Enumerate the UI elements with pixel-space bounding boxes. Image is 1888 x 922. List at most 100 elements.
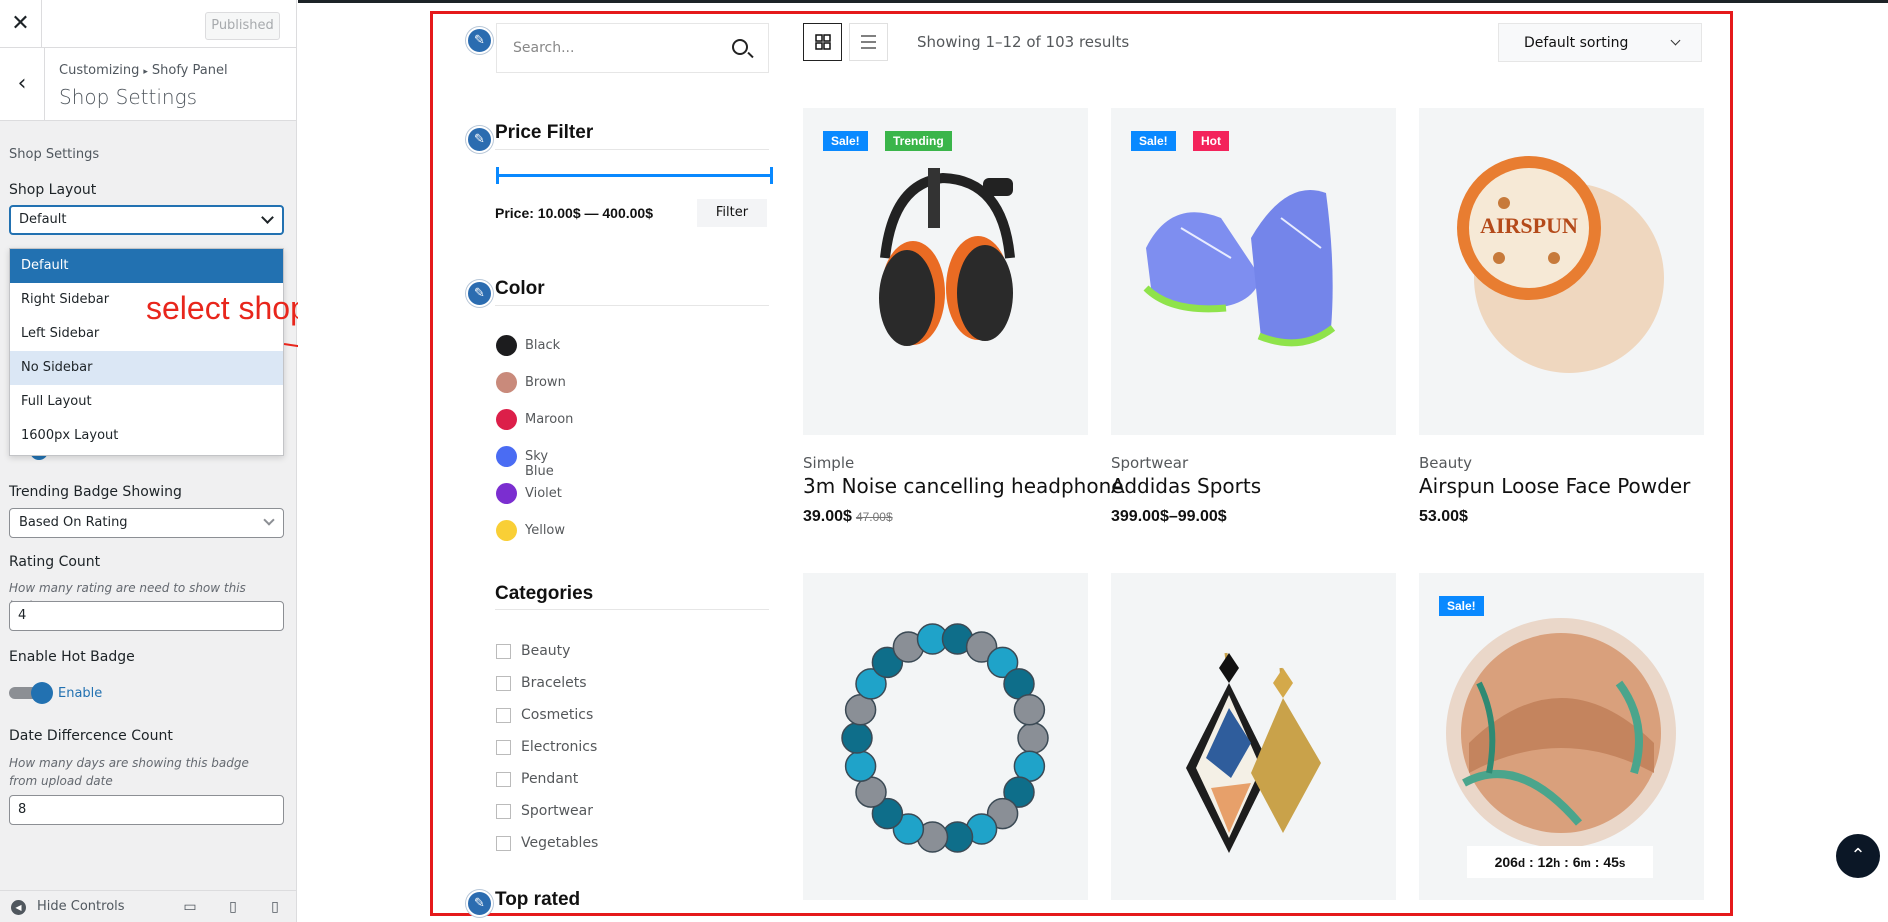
grid-icon bbox=[815, 34, 831, 50]
breadcrumb: Customizing ▸ Shofy Panel bbox=[59, 63, 228, 78]
color-swatch bbox=[496, 483, 517, 504]
countdown-timer: 206d : 12h : 6m : 45s bbox=[1467, 846, 1653, 878]
shop-layout-dropdown: Default Right Sidebar Left Sidebar No Si… bbox=[9, 248, 284, 456]
chevron-down-icon bbox=[1670, 35, 1681, 46]
color-name: Sky Blue bbox=[525, 449, 554, 479]
rating-count-input[interactable]: 4 bbox=[9, 601, 284, 631]
sorting-select[interactable]: Default sorting bbox=[1498, 23, 1702, 62]
checkbox[interactable] bbox=[496, 772, 511, 787]
top-rated-title: Top rated bbox=[495, 889, 581, 910]
product-category[interactable]: Simple bbox=[803, 454, 854, 472]
hot-badge-toggle-label: Enable bbox=[58, 686, 103, 701]
checkbox[interactable] bbox=[496, 676, 511, 691]
date-difference-input[interactable]: 8 bbox=[9, 795, 284, 825]
edit-pencil-icon[interactable]: ✎ bbox=[466, 280, 493, 307]
product-image[interactable] bbox=[803, 573, 1088, 900]
hot-badge-label: Enable Hot Badge bbox=[9, 649, 135, 665]
layout-option-default[interactable]: Default bbox=[10, 249, 283, 283]
back-button[interactable]: ‹ bbox=[0, 48, 45, 121]
trending-badge-label: Trending Badge Showing bbox=[9, 484, 182, 500]
category-name: Electronics bbox=[521, 739, 598, 755]
trending-badge-value: Based On Rating bbox=[19, 515, 128, 530]
checkbox[interactable] bbox=[496, 740, 511, 755]
sorting-value: Default sorting bbox=[1524, 35, 1629, 51]
product-badge: Sale! bbox=[1131, 131, 1176, 151]
product-badge: Sale! bbox=[1439, 596, 1484, 616]
chevron-down-icon bbox=[261, 211, 274, 224]
range-handle-min[interactable] bbox=[496, 167, 499, 184]
customizer-footer: ◀ Hide Controls ▭ ▯ ▯ bbox=[0, 890, 296, 922]
checkbox[interactable] bbox=[496, 836, 511, 851]
color-name: Black bbox=[525, 338, 561, 353]
color-swatch bbox=[496, 446, 517, 467]
countdown-hours: 12 bbox=[1537, 854, 1554, 870]
category-name: Cosmetics bbox=[521, 707, 594, 723]
product-image[interactable] bbox=[1111, 573, 1396, 900]
checkbox[interactable] bbox=[496, 708, 511, 723]
rating-count-label: Rating Count bbox=[9, 554, 101, 570]
edit-pencil-icon[interactable]: ✎ bbox=[466, 126, 493, 153]
shop-layout-select[interactable]: Default bbox=[9, 205, 284, 235]
mobile-preview-icon[interactable]: ▯ bbox=[266, 899, 284, 915]
current-price: 53.00$ bbox=[1419, 508, 1468, 525]
product-badge: Sale! bbox=[823, 131, 868, 151]
filter-button[interactable]: Filter bbox=[697, 199, 767, 227]
edit-pencil-icon[interactable]: ✎ bbox=[466, 27, 493, 54]
product-badge: Hot bbox=[1193, 131, 1229, 151]
arrow-up-icon: ⌃ bbox=[1850, 845, 1866, 866]
trending-badge-select[interactable]: Based On Rating bbox=[9, 508, 284, 538]
layout-option-full-layout[interactable]: Full Layout bbox=[10, 385, 283, 419]
section-title: Shop Settings bbox=[59, 85, 197, 109]
product-image[interactable]: AIRSPUN bbox=[1419, 108, 1704, 435]
hot-badge-toggle[interactable] bbox=[9, 682, 53, 704]
color-name: Brown bbox=[525, 375, 566, 390]
breadcrumb-separator-icon: ▸ bbox=[143, 67, 148, 77]
section-header: ‹ Customizing ▸ Shofy Panel Shop Settings bbox=[0, 48, 296, 121]
category-name: Sportwear bbox=[521, 803, 593, 819]
search-icon[interactable] bbox=[732, 39, 748, 55]
collapse-icon[interactable]: ◀ bbox=[11, 900, 26, 915]
price-range-slider[interactable] bbox=[496, 167, 773, 184]
date-difference-label: Date Differcence Count bbox=[9, 728, 173, 744]
countdown-days: 206 bbox=[1494, 854, 1518, 870]
product-category[interactable]: Sportwear bbox=[1111, 454, 1188, 472]
tablet-preview-icon[interactable]: ▯ bbox=[224, 899, 242, 915]
back-to-top-button[interactable]: ⌃ bbox=[1836, 834, 1880, 878]
edit-pencil-icon[interactable]: ✎ bbox=[466, 890, 493, 917]
desktop-preview-icon[interactable]: ▭ bbox=[181, 899, 199, 915]
product-image[interactable] bbox=[803, 108, 1088, 435]
grid-view-button[interactable] bbox=[803, 23, 842, 61]
list-view-button[interactable] bbox=[849, 23, 888, 61]
shop-layout-label: Shop Layout bbox=[9, 182, 97, 198]
color-swatch bbox=[496, 409, 517, 430]
product-title[interactable]: 3m Noise cancelling headphone bbox=[803, 474, 1124, 498]
product-title[interactable]: Addidas Sports bbox=[1111, 474, 1261, 498]
published-button[interactable]: Published bbox=[205, 12, 280, 40]
product-price: 399.00$–99.00$ bbox=[1111, 508, 1227, 526]
countdown-minutes: 6 bbox=[1572, 854, 1581, 870]
color-swatch bbox=[496, 372, 517, 393]
countdown-seconds: 45 bbox=[1603, 854, 1619, 870]
old-price: 47.00$ bbox=[855, 510, 893, 524]
hide-controls-button[interactable]: Hide Controls bbox=[37, 899, 125, 914]
product-title[interactable]: Airspun Loose Face Powder bbox=[1419, 474, 1690, 498]
divider bbox=[495, 609, 769, 610]
search-input[interactable]: Search... bbox=[496, 23, 769, 73]
divider bbox=[495, 305, 769, 306]
checkbox[interactable] bbox=[496, 644, 511, 659]
close-customizer-button[interactable]: ✕ bbox=[0, 0, 42, 48]
chevron-down-icon bbox=[263, 514, 275, 526]
categories-title: Categories bbox=[495, 583, 594, 604]
checkbox[interactable] bbox=[496, 804, 511, 819]
product-price: 53.00$ bbox=[1419, 508, 1468, 526]
product-badge: Trending bbox=[885, 131, 952, 151]
date-difference-description: How many days are showing this badge fro… bbox=[9, 756, 249, 788]
shop-layout-value: Default bbox=[19, 212, 67, 227]
current-price: 39.00$ bbox=[803, 508, 852, 525]
layout-option-no-sidebar[interactable]: No Sidebar bbox=[10, 351, 283, 385]
layout-option-1600px[interactable]: 1600px Layout bbox=[10, 419, 283, 453]
product-category[interactable]: Beauty bbox=[1419, 454, 1472, 472]
range-handle-max[interactable] bbox=[770, 167, 773, 184]
color-swatch bbox=[496, 335, 517, 356]
product-image[interactable] bbox=[1111, 108, 1396, 435]
